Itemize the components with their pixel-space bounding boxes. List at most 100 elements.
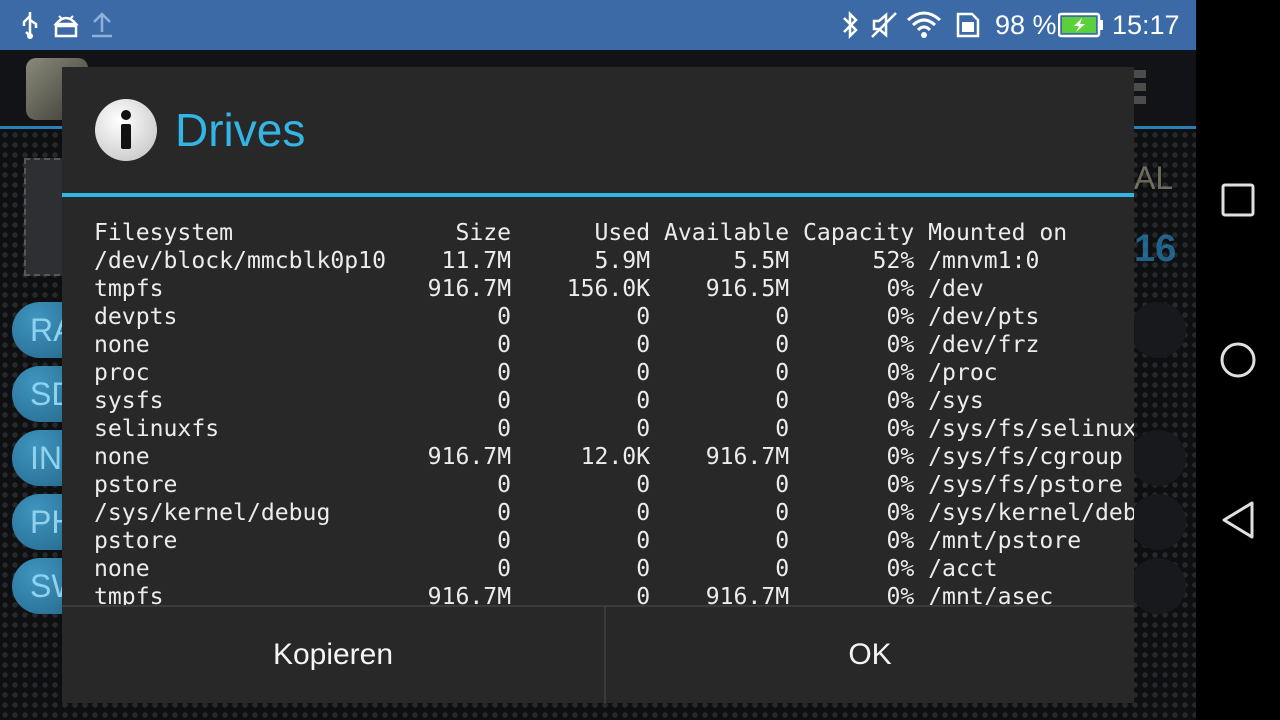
table-cell: 5.5M [733,248,790,274]
table-cell: /dev/frz [928,332,1040,358]
table-cell: /mnvm1:0 [928,248,1040,274]
table-row: selinuxfs 0 0 0 0% /sys/fs/selinux [94,415,1134,443]
table-cell: 0% [886,444,915,470]
table-cell: 0 [775,528,790,554]
table-cell: /sys/kernel/debu [928,500,1134,526]
background-value: 16 [1134,228,1177,270]
table-cell: 0 [775,416,790,442]
ok-button[interactable]: OK [606,607,1134,703]
table-cell: 0 [497,332,512,358]
dialog-header: Drives [62,67,1134,193]
background-label: AL [1134,160,1174,196]
table-cell: 0% [886,276,915,302]
table-cell: 0% [886,528,915,554]
table-cell: /sys/fs/selinux [928,416,1134,442]
table-cell: 0 [636,416,651,442]
filesystem-table: Filesystem Size Used Available Capacity Mount… [94,219,1134,605]
table-cell: 0 [497,360,512,386]
table-cell: 12.0K [580,444,651,470]
table-cell: /sys/fs/pstore [928,472,1123,498]
table-row: none 0 0 0 0% /acct [94,555,1134,583]
table-cell: 0 [775,556,790,582]
table-cell: 0 [636,500,651,526]
table-cell: /mnt/asec [928,584,1054,605]
table-cell: tmpfs [94,276,164,302]
navigation-bar [1196,0,1280,720]
table-cell: 0 [497,556,512,582]
battery-percent: 98 % [995,10,1057,40]
side-item-right [1130,302,1186,358]
table-cell: /dev [928,276,984,302]
table-cell: 0 [775,500,790,526]
back-icon[interactable] [1196,480,1280,560]
table-cell: 156.0K [566,276,651,302]
table-cell: none [94,556,150,582]
column-header: Available [664,220,790,246]
upload-icon [90,0,114,50]
table-cell: 916.5M [705,276,790,302]
side-item-right [1130,558,1186,614]
table-cell: 0 [636,304,651,330]
copy-button[interactable]: Kopieren [62,607,604,703]
table-cell: 11.7M [441,248,512,274]
table-cell: 0 [775,332,790,358]
table-row: /sys/kernel/debug 0 0 0 0% /sys/kernel/debu [94,499,1134,527]
table-cell: proc [94,360,150,386]
table-cell: pstore [94,472,178,498]
table-cell: 0% [886,584,915,605]
table-cell: 0 [636,584,651,605]
table-cell: /sys/fs/cgroup [928,444,1123,470]
wifi-icon [906,0,942,50]
table-cell: 916.7M [427,444,512,470]
status-bar: 98 % 15:17 [0,0,1196,50]
table-cell: 0 [636,472,651,498]
sim-icon [954,0,982,50]
dialog-title: Drives [175,104,306,156]
table-cell: 0 [775,388,790,414]
column-header: Capacity [803,220,915,246]
table-cell: /dev/pts [928,304,1040,330]
table-cell: 0% [886,388,915,414]
table-cell: 0 [775,360,790,386]
table-row: /dev/block/mmcblk0p10 11.7M 5.9M 5.5M 52% /mn… [94,247,1134,275]
table-cell: 0 [497,416,512,442]
table-row: none 0 0 0 0% /dev/frz [94,331,1134,359]
table-row: devpts 0 0 0 0% /dev/pts [94,303,1134,331]
info-icon [94,98,158,162]
table-cell: 0% [886,360,915,386]
table-row: pstore 0 0 0 0% /mnt/pstore [94,527,1134,555]
table-cell: 0% [886,332,915,358]
overflow-menu-icon[interactable] [1134,70,1146,110]
side-item-right [1130,494,1186,550]
drives-output[interactable]: Filesystem Size Used Available Capacity Mount… [62,197,1134,605]
table-cell: tmpfs [94,584,164,605]
table-cell: 0 [497,472,512,498]
table-row: tmpfs 916.7M 156.0K 916.5M 0% /dev [94,275,1134,303]
table-cell: /proc [928,360,998,386]
table-cell: 916.7M [427,584,512,605]
column-header: Mounted on [928,220,1068,246]
table-row: sysfs 0 0 0 0% /sys [94,387,1134,415]
table-cell: 0% [886,500,915,526]
home-icon[interactable] [1196,320,1280,400]
table-row: pstore 0 0 0 0% /sys/fs/pstore [94,471,1134,499]
usb-icon [18,0,42,50]
table-cell: selinuxfs [94,416,220,442]
android-debug-icon [52,0,80,50]
table-cell: 0% [886,472,915,498]
recents-icon[interactable] [1196,160,1280,240]
dialog-button-bar: Kopieren OK [62,605,1134,703]
table-cell: 0 [497,388,512,414]
table-cell: 0 [636,332,651,358]
table-cell: none [94,332,150,358]
table-cell: 0 [497,528,512,554]
table-cell: devpts [94,304,178,330]
table-cell: 0 [636,556,651,582]
table-cell: 0% [886,416,915,442]
table-cell: /acct [928,556,998,582]
table-cell: /dev/block/mmcblk0p10 [94,248,386,274]
table-row: none 916.7M 12.0K 916.7M 0% /sys/fs/cgroup [94,443,1134,471]
table-cell: /sys [928,388,984,414]
side-item-right [1130,430,1186,486]
table-cell: pstore [94,528,178,554]
